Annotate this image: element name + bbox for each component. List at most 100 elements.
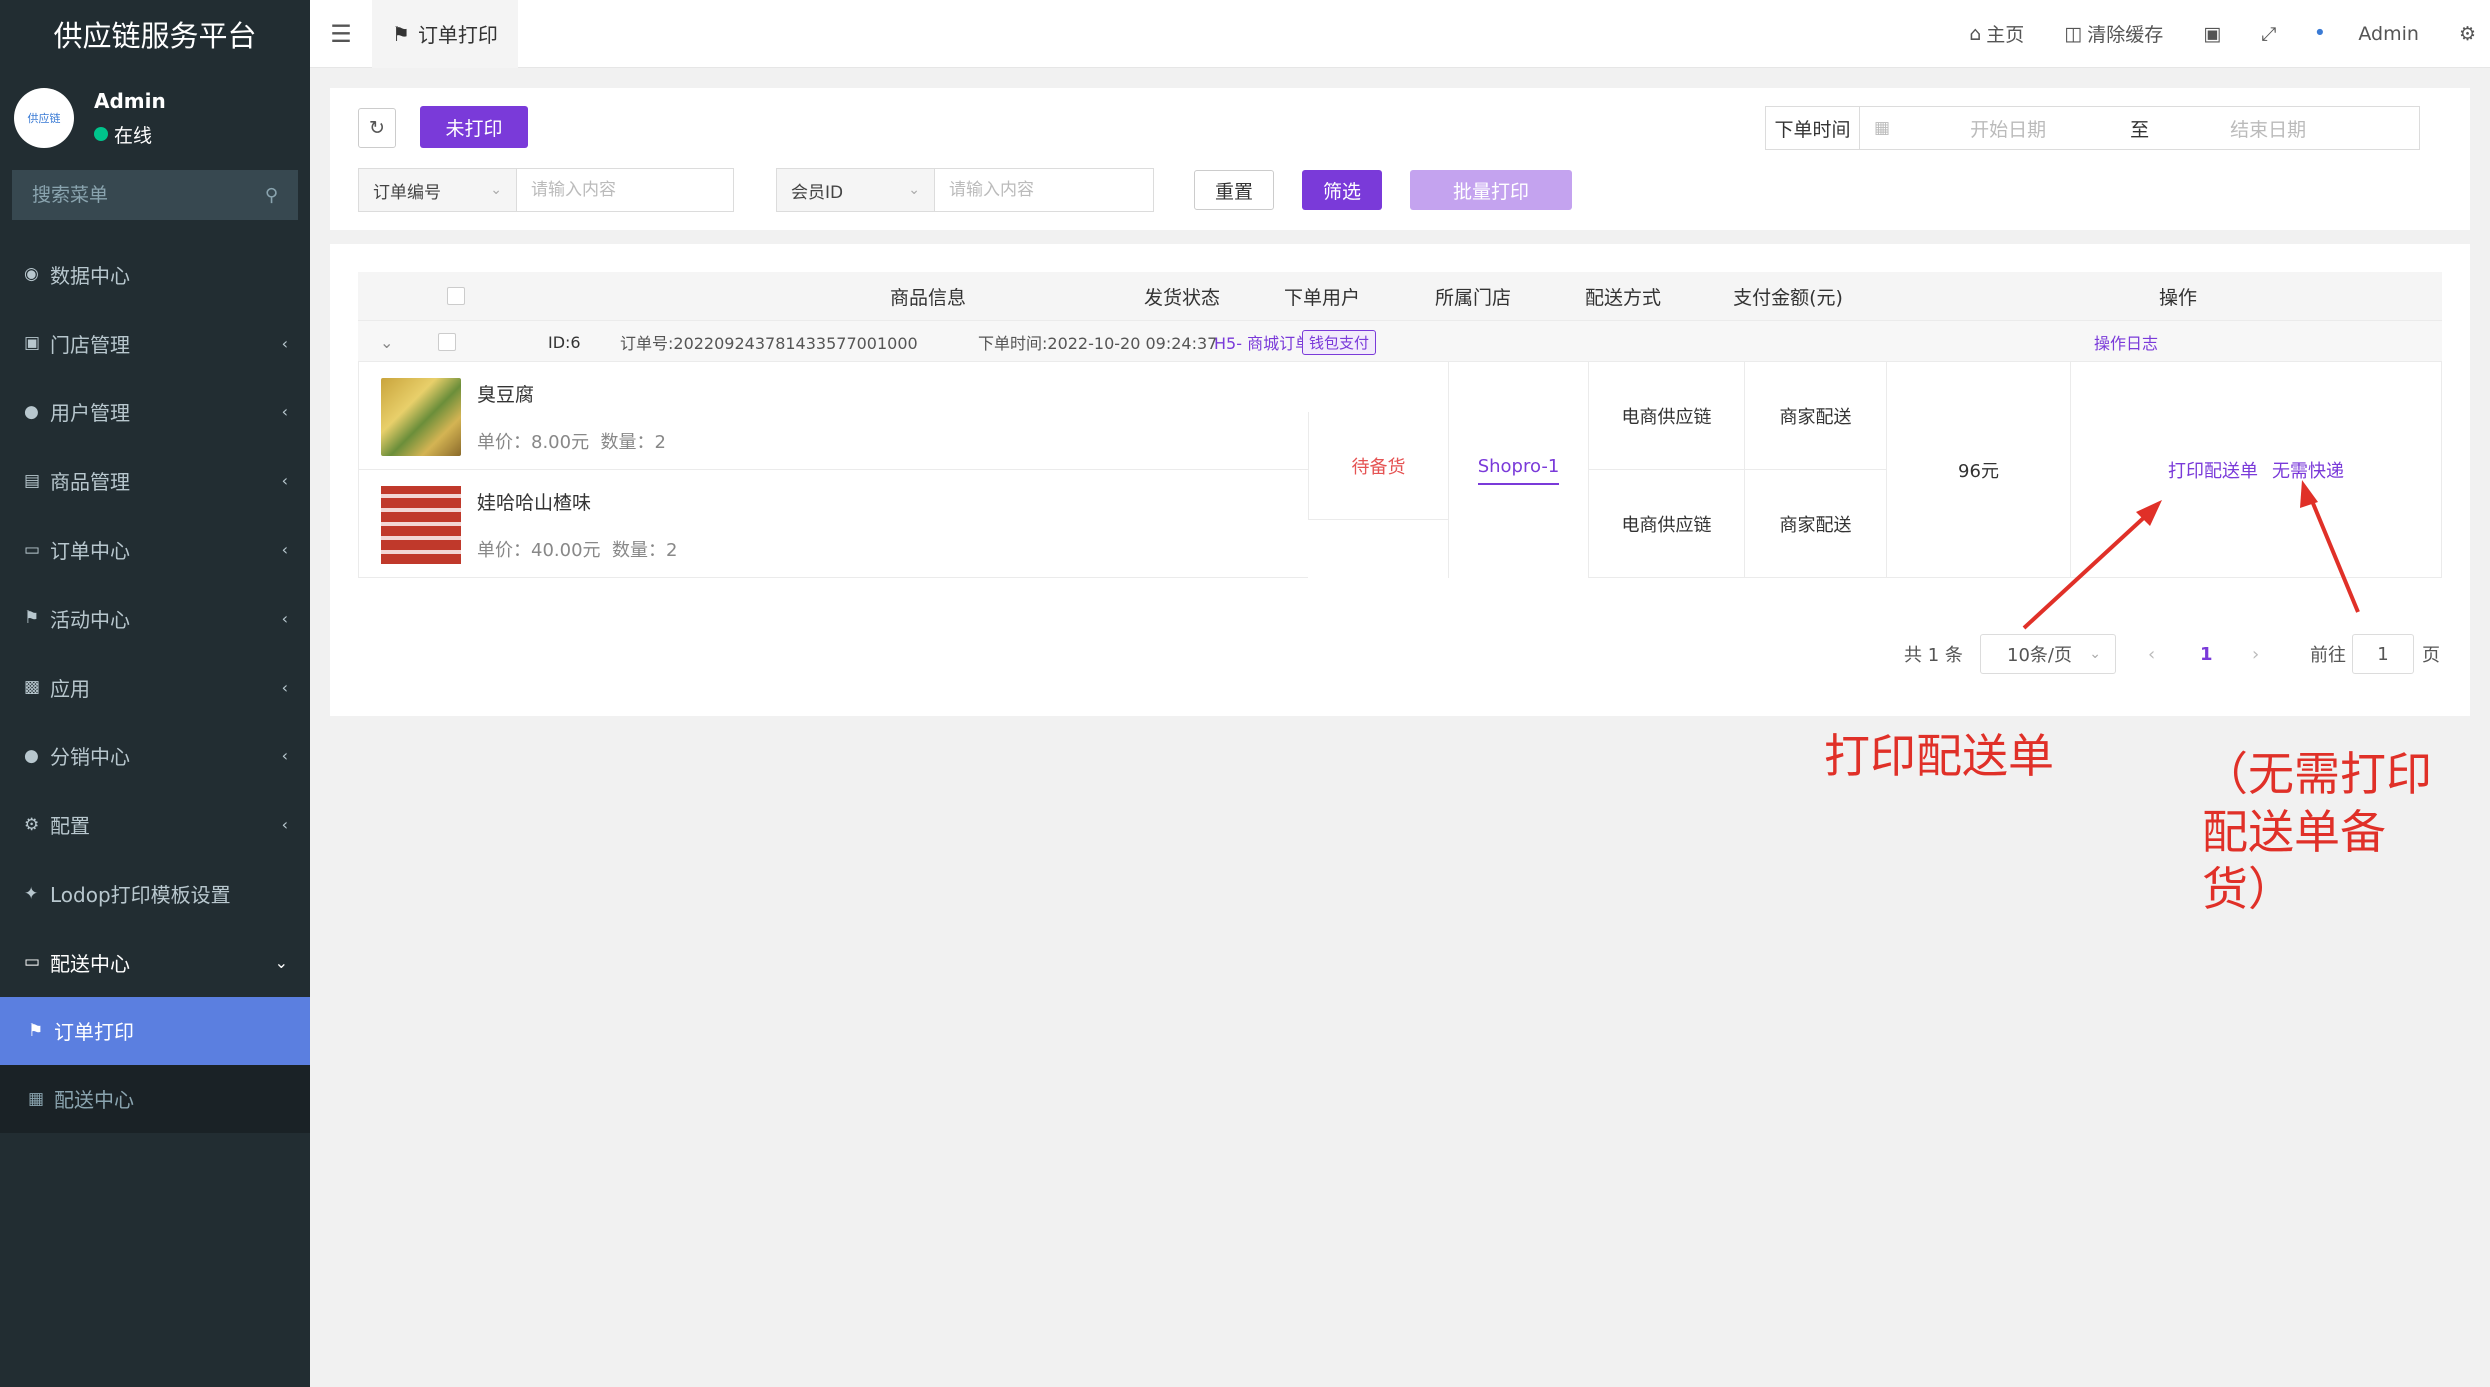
page-number-current[interactable]: 1: [2200, 632, 2213, 676]
operation-log-link[interactable]: 操作日志: [2094, 321, 2158, 363]
member-field-select[interactable]: 会员ID ⌄: [777, 169, 935, 211]
reset-button[interactable]: 重置: [1194, 170, 1274, 210]
sidebar-item-orders[interactable]: ▭ 订单中心 ‹: [0, 515, 310, 584]
filter-panel: ↻ 未打印 下单时间 ▦ 开始日期 至 结束日期 订单编号 ⌄ 会员ID ⌄ 重…: [330, 88, 2470, 230]
sidebar-item-config[interactable]: ⚙ 配置 ‹: [0, 790, 310, 859]
flag-icon: ⚑: [24, 608, 40, 629]
order-user-link[interactable]: Shopro-1: [1477, 456, 1560, 485]
settings-button[interactable]: ⚙: [2459, 23, 2476, 45]
batch-print-button[interactable]: 批量打印: [1410, 170, 1572, 210]
avatar: 供应链: [14, 88, 74, 148]
sidebar-item-data-center[interactable]: ◉ 数据中心: [0, 240, 310, 309]
sidebar-subitem-order-print[interactable]: ⚑ 订单打印: [0, 996, 310, 1065]
page-size-select[interactable]: 10条/页 ⌄: [1980, 634, 2116, 674]
home-link[interactable]: ⌂ 主页: [1969, 20, 2024, 47]
user-icon: ●: [24, 401, 39, 422]
user-menu[interactable]: ● Admin: [2316, 23, 2419, 45]
next-page-icon[interactable]: ›: [2252, 632, 2259, 676]
header-store: 所属门店: [1434, 286, 1511, 309]
sidebar-subitem-label: 配送中心: [54, 1088, 134, 1113]
tab-order-print[interactable]: ⚑ 订单打印: [372, 0, 518, 68]
sidebar-item-label: 商品管理: [50, 470, 130, 495]
sidebar-item-apps[interactable]: ▩ 应用 ‹: [0, 653, 310, 722]
order-date-range: 下单时间 ▦ 开始日期 至 结束日期: [1765, 106, 2420, 150]
sidebar: 供应链服务平台 供应链 Admin 在线 ⚲ ◉ 数据中心 ▣ 门店管理 ‹ ●…: [0, 0, 310, 1387]
user-panel: 供应链 Admin 在线: [0, 68, 310, 168]
sidebar-item-activities[interactable]: ⚑ 活动中心 ‹: [0, 584, 310, 653]
product-thumbnail: [381, 378, 461, 456]
unprinted-tab-button[interactable]: 未打印: [420, 106, 528, 148]
header-delivery: 配送方式: [1584, 286, 1661, 309]
order-source-link[interactable]: H5- 商城订单: [1214, 321, 1311, 363]
print-delivery-note-button[interactable]: 打印配送单: [2168, 457, 2258, 483]
menu-toggle-icon[interactable]: ☰: [310, 20, 372, 48]
header-product-info: 商品信息: [889, 286, 966, 309]
store-cell: 电商供应链: [1588, 362, 1744, 470]
annotation-no-express-note: （无需打印 配送单备 货）: [2202, 746, 2432, 919]
order-no-filter: 订单编号 ⌄: [358, 168, 734, 212]
pay-method-badge: 钱包支付: [1302, 321, 1377, 363]
filter-button[interactable]: 筛选: [1302, 170, 1382, 210]
chevron-left-icon: ‹: [281, 815, 288, 835]
sidebar-item-distribution[interactable]: ● 分销中心 ‹: [0, 722, 310, 791]
no-express-button[interactable]: 无需快递: [2272, 457, 2344, 483]
annotation-line: （无需打印: [2202, 747, 2432, 801]
flag-icon: ⚑: [28, 1020, 44, 1041]
chevron-left-icon: ‹: [281, 333, 288, 353]
chevron-down-icon: ⌄: [274, 952, 288, 972]
sidebar-item-label: 活动中心: [50, 607, 130, 632]
gears-icon: ⚙: [2458, 22, 2476, 45]
search-icon[interactable]: ⚲: [265, 185, 278, 206]
clear-cache-link[interactable]: ◫ 清除缓存: [2064, 20, 2163, 47]
sidebar-item-products[interactable]: ▤ 商品管理 ‹: [0, 446, 310, 515]
page-suffix-label: 页: [2422, 645, 2440, 666]
product-meta: 单价：8.00元 数量：2: [477, 428, 666, 454]
order-no-input[interactable]: [517, 169, 731, 211]
flag-icon: ⚑: [392, 21, 410, 46]
header-order-user: 下单用户: [1283, 286, 1360, 309]
chevron-down-icon: ⌄: [908, 182, 920, 198]
fullscreen-button[interactable]: ⤢: [2261, 23, 2276, 45]
sidebar-item-label: Lodop打印模板设置: [50, 883, 231, 908]
sidebar-item-label: 配送中心: [50, 951, 130, 976]
gears-icon: ⚙: [24, 814, 40, 835]
select-all-checkbox[interactable]: [438, 272, 474, 320]
sidebar-subitem-delivery-center[interactable]: ▦ 配送中心: [0, 1065, 310, 1133]
refresh-icon: ↻: [369, 117, 385, 139]
table-row: 娃哈哈山楂味 单价：40.00元 数量：2: [358, 470, 1308, 578]
product-name: 臭豆腐: [477, 384, 535, 406]
refresh-button[interactable]: ↻: [358, 108, 396, 148]
menu-search-input[interactable]: [32, 184, 252, 206]
order-table-panel: 商品信息 发货状态 下单用户 所属门店 配送方式 支付金额(元) 操作 ⌄ ID…: [330, 244, 2470, 716]
prev-page-icon[interactable]: ‹: [2148, 632, 2155, 676]
pagination-total: 共 1 条: [1904, 645, 1963, 666]
delivery-submenu: ⚑ 订单打印 ▦ 配送中心: [0, 996, 310, 1133]
header-actions: 操作: [2158, 286, 2197, 309]
expand-chevron-down-icon[interactable]: ⌄: [380, 321, 393, 363]
store-cell: 电商供应链: [1588, 470, 1744, 578]
order-field-select[interactable]: 订单编号 ⌄: [359, 169, 517, 211]
top-navbar: ☰ ⚑ 订单打印 ⌂ 主页 ◫ 清除缓存 ▣ ⤢ ● Admin ⚙: [310, 0, 2490, 68]
archive-icon: ▤: [24, 470, 41, 491]
start-date-input[interactable]: 开始日期: [1970, 115, 2100, 142]
order-id: ID:6: [548, 332, 581, 352]
language-button[interactable]: ▣: [2203, 23, 2221, 45]
order-checkbox[interactable]: [438, 321, 456, 363]
order-user-cell: Shopro-1: [1448, 362, 1588, 578]
chevron-left-icon: ‹: [281, 677, 288, 697]
sidebar-item-label: 数据中心: [50, 263, 130, 288]
header-amount: 支付金额(元): [1733, 286, 1843, 309]
product-name: 娃哈哈山楂味: [477, 492, 592, 514]
bank-icon: ▣: [24, 333, 41, 354]
sidebar-item-delivery-center[interactable]: ▭ 配送中心 ⌄: [0, 928, 310, 997]
sidebar-item-lodop-template[interactable]: ✦ Lodop打印模板设置: [0, 859, 310, 928]
order-field-select-label: 订单编号: [373, 182, 441, 203]
goto-page-input[interactable]: 1: [2352, 634, 2414, 674]
user-status-label: 在线: [114, 124, 153, 147]
sidebar-item-users[interactable]: ● 用户管理 ‹: [0, 378, 310, 447]
user-name: Admin: [94, 88, 166, 113]
member-id-input[interactable]: [935, 169, 1151, 211]
member-id-filter: 会员ID ⌄: [776, 168, 1154, 212]
sidebar-item-store[interactable]: ▣ 门店管理 ‹: [0, 309, 310, 378]
end-date-input[interactable]: 结束日期: [2230, 115, 2306, 142]
